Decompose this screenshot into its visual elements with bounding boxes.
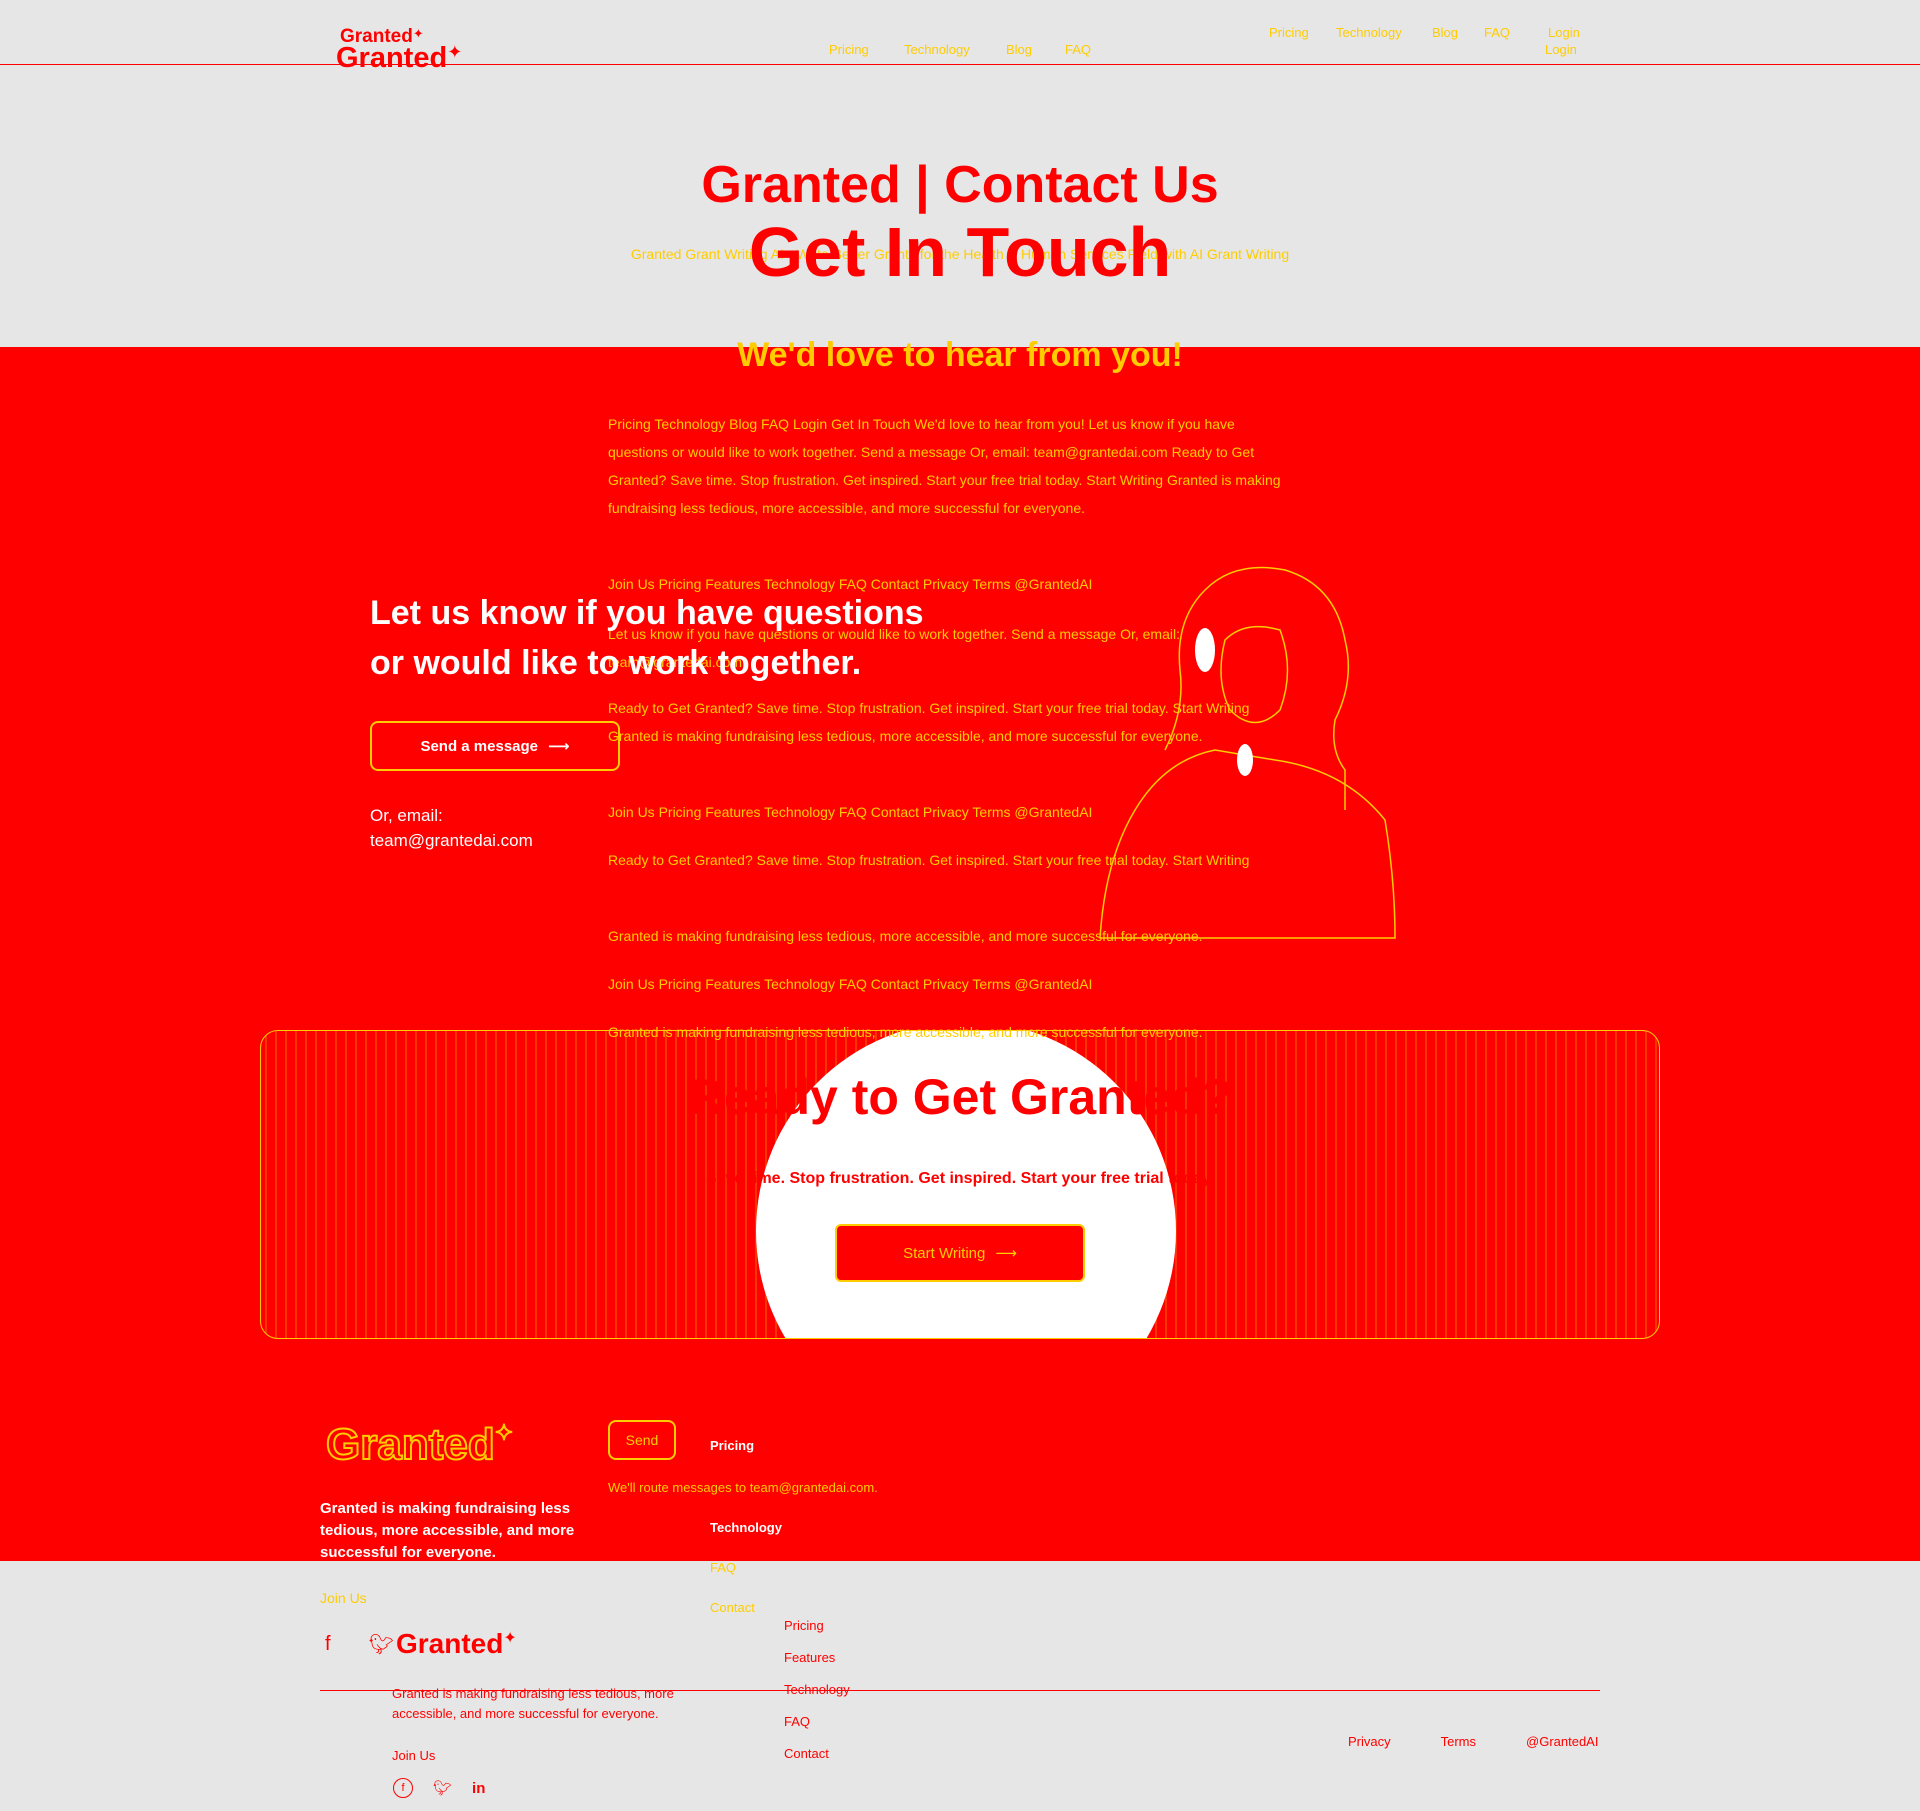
join-us-label: Join Us [320,1590,367,1606]
footer-logo-2[interactable]: Granted✦ [396,1628,517,1660]
overlay-text-8: Join Us Pricing Features Technology FAQ … [608,976,1093,992]
nav-blog-right[interactable]: Blog [1432,25,1458,40]
nav-pricing[interactable]: Pricing [829,42,869,57]
send-label: Send [625,1432,659,1448]
body-outline [1099,749,1396,939]
sparkle-icon: ✦ [494,1419,514,1446]
terms-link[interactable]: Terms [1441,1734,1476,1749]
cta-title: Ready to Get Granted? [687,1069,1233,1125]
footer-link-contact[interactable]: Contact [710,1600,782,1615]
facebook-icon[interactable]: f [393,1778,413,1798]
nav-technology-right[interactable]: Technology [1336,25,1402,40]
email-link[interactable]: team@grantedai.com [370,828,533,853]
footer-logo[interactable]: Granted✦ [325,1419,514,1470]
page-title: Granted | Contact Us [701,156,1219,214]
nav-blog[interactable]: Blog [1006,42,1032,57]
sparkle-icon: ✦ [503,1630,517,1647]
overlay-text-1: Pricing Technology Blog FAQ Login Get In… [608,416,1281,516]
content-band [0,347,1920,1561]
facebook-icon[interactable]: f [325,1632,331,1657]
social-row-2: f 🐦︎ in [393,1778,485,1798]
footer-description: Granted is making fundraising less tedio… [320,1500,575,1561]
sparkle-icon: ✦ [447,42,463,62]
contact-heading: Let us know if you have questions or wou… [370,588,990,688]
send-message-button[interactable]: Send a message ⟶ [370,721,620,771]
contact-heading-line1: Let us know if you have questions [370,594,924,632]
overlay-text-7: Granted is making fundraising less tedio… [608,928,1203,944]
footer-link-faq[interactable]: FAQ [710,1560,782,1575]
start-writing-button[interactable]: Start Writing ⟶ [835,1224,1085,1282]
twitter-icon[interactable]: 🐦︎ [433,1778,452,1798]
get-in-touch-heading: Get In Touch [748,213,1172,291]
footer-link-contact-2[interactable]: Contact [784,1738,850,1770]
header-divider [0,64,1920,65]
hair-outline [1204,566,1350,810]
login-link-2[interactable]: Login [1545,42,1577,57]
overlay-text-6: Ready to Get Granted? Save time. Stop fr… [608,852,1250,868]
join-us-label-2: Join Us [392,1748,436,1763]
nav-faq-right[interactable]: FAQ [1484,25,1510,40]
send-button[interactable]: Send [608,1420,676,1460]
send-message-label: Send a message [420,737,539,755]
twitter-handle-link[interactable]: @GrantedAI [1526,1734,1598,1749]
footer-divider [320,1690,1600,1691]
email-label: Or, email: [370,806,443,825]
brand-name: Granted [396,1628,504,1659]
login-link[interactable]: Login [1548,25,1580,40]
email-block: Or, email: team@grantedai.com [370,803,533,853]
overlay-text-9: Granted is making fundraising less tedio… [608,1024,1203,1040]
brand-name: Granted [336,42,448,74]
footer-link-faq-2[interactable]: FAQ [784,1706,850,1738]
footer-link-pricing-2[interactable]: Pricing [784,1610,850,1642]
linkedin-icon[interactable]: in [472,1778,485,1798]
header-logo[interactable]: Granted✦ [336,42,462,75]
tagline: We'd love to hear from you! [737,336,1183,374]
overlay-text-4: Ready to Get Granted? Save time. Stop fr… [608,700,1250,744]
nav-faq[interactable]: FAQ [1065,42,1091,57]
nav-technology[interactable]: Technology [904,42,970,57]
nav-pricing-right[interactable]: Pricing [1269,25,1309,40]
footer-link-technology[interactable]: Technology [710,1520,782,1535]
sparkle-icon: ✦ [412,26,424,41]
social-row: f 🐦︎ [325,1632,394,1657]
footer-col1: Pricing Technology FAQ Contact [710,1438,782,1615]
arrow-right-icon: ⟶ [548,738,570,755]
person-illustration [1099,566,1396,939]
privacy-link[interactable]: Privacy [1348,1734,1391,1749]
start-writing-label: Start Writing [903,1244,986,1262]
arrow-right-icon: ⟶ [995,1245,1017,1262]
brand-name: Granted [325,1419,496,1470]
contact-heading-line2: or would like to work together. [370,644,862,682]
footer-bottom-links: Privacy Terms @GrantedAI [1348,1734,1598,1749]
cta-subtitle: Save time. Stop frustration. Get inspire… [705,1170,1215,1187]
overlay-text-5: Join Us Pricing Features Technology FAQ … [608,804,1093,820]
twitter-icon[interactable]: 🐦︎ [369,1632,394,1657]
footer-link-features[interactable]: Features [784,1642,850,1674]
footer-link-pricing[interactable]: Pricing [710,1438,782,1453]
